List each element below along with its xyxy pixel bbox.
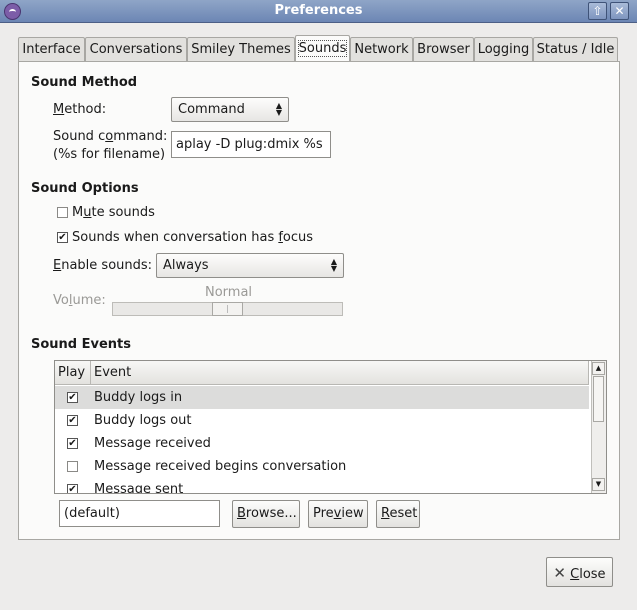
tab-network[interactable]: Network xyxy=(350,37,413,62)
checkmark-icon: ✔ xyxy=(68,392,77,403)
event-name: Message sent xyxy=(94,482,184,494)
close-window-button[interactable]: ✕ xyxy=(610,2,629,20)
play-checkbox[interactable] xyxy=(67,461,78,472)
play-checkbox[interactable]: ✔ xyxy=(67,415,78,426)
table-row[interactable]: ✔ Buddy logs out xyxy=(55,409,589,432)
focus-sounds-checkbox[interactable]: ✔ xyxy=(57,232,68,243)
checkmark-icon: ✔ xyxy=(68,484,77,494)
tab-logging[interactable]: Logging xyxy=(474,37,533,62)
mute-sounds-checkbox[interactable] xyxy=(57,207,68,218)
tab-status-idle[interactable]: Status / Idle xyxy=(533,37,618,62)
method-value: Command xyxy=(178,102,245,117)
sounds-panel: Sound Method Method: Command ▲ ▼ Sound co… xyxy=(18,61,620,540)
scroll-up-button[interactable]: ▲ xyxy=(592,362,605,375)
event-name: Buddy logs in xyxy=(94,390,183,405)
reset-button[interactable]: Reset xyxy=(376,500,420,528)
checkmark-icon: ✔ xyxy=(58,232,67,243)
table-row[interactable]: ✔ Message sent xyxy=(55,478,589,494)
volume-label: Volume: xyxy=(53,293,106,308)
sound-options-heading: Sound Options xyxy=(31,181,139,196)
volume-value-text: Normal xyxy=(205,285,253,300)
title-bar[interactable]: Preferences ⇧ ✕ xyxy=(0,0,637,23)
method-combo[interactable]: Command ▲ ▼ xyxy=(171,97,289,122)
play-checkbox[interactable]: ✔ xyxy=(67,484,78,494)
focus-sounds-label[interactable]: Sounds when conversation has focus xyxy=(72,230,313,245)
checkmark-icon: ✔ xyxy=(68,415,77,426)
scroll-thumb[interactable] xyxy=(593,376,604,422)
close-icon: ✕ xyxy=(614,4,625,18)
preview-button[interactable]: Preview xyxy=(308,500,368,528)
table-row[interactable]: ✔ Buddy logs in xyxy=(55,386,589,409)
method-label: Method: xyxy=(53,102,107,117)
combo-arrows-icon: ▲ ▼ xyxy=(330,257,337,273)
scroll-down-button[interactable]: ▼ xyxy=(592,478,605,491)
arrow-up-icon: ▲ xyxy=(595,364,602,372)
enable-sounds-combo[interactable]: Always ▲ ▼ xyxy=(156,253,344,278)
column-header-play[interactable]: Play xyxy=(55,361,91,385)
tab-smiley-themes[interactable]: Smiley Themes xyxy=(187,37,295,62)
close-button[interactable]: ✕ Close xyxy=(546,557,613,587)
sound-command-hint: (%s for filename) xyxy=(53,147,166,162)
sound-command-label: Sound command: xyxy=(53,129,168,144)
sound-method-heading: Sound Method xyxy=(31,75,138,90)
enable-sounds-value: Always xyxy=(163,258,209,273)
maximize-icon: ⇧ xyxy=(592,4,603,18)
volume-slider[interactable] xyxy=(112,302,343,316)
table-row[interactable]: ✔ Message received xyxy=(55,432,589,455)
event-name: Buddy logs out xyxy=(94,413,192,428)
events-scrollbar[interactable]: ▲ ▼ xyxy=(591,361,606,493)
sound-file-input[interactable]: (default) xyxy=(59,500,220,527)
tab-conversations[interactable]: Conversations xyxy=(85,37,187,62)
play-checkbox[interactable]: ✔ xyxy=(67,392,78,403)
sound-events-heading: Sound Events xyxy=(31,337,132,352)
tab-sounds[interactable]: Sounds xyxy=(295,35,350,63)
sound-command-input[interactable]: aplay -D plug:dmix %s xyxy=(171,131,331,158)
event-name: Message received begins conversation xyxy=(94,459,347,474)
browse-button[interactable]: Browse... xyxy=(232,500,300,528)
close-x-icon: ✕ xyxy=(553,564,566,582)
checkmark-icon: ✔ xyxy=(68,438,77,449)
tab-interface[interactable]: Interface xyxy=(18,37,85,62)
enable-sounds-label: Enable sounds: xyxy=(53,258,153,273)
mute-sounds-label[interactable]: Mute sounds xyxy=(72,205,155,220)
volume-slider-thumb[interactable] xyxy=(212,302,243,316)
maximize-button[interactable]: ⇧ xyxy=(588,2,607,20)
play-checkbox[interactable]: ✔ xyxy=(67,438,78,449)
window-title: Preferences xyxy=(274,3,363,18)
column-header-event[interactable]: Event xyxy=(91,361,589,385)
tab-browser[interactable]: Browser xyxy=(413,37,474,62)
event-name: Message received xyxy=(94,436,211,451)
combo-arrows-icon: ▲ ▼ xyxy=(275,101,282,117)
sound-events-list[interactable]: Play Event ✔ Buddy logs in ✔ Buddy logs … xyxy=(54,360,607,494)
arrow-down-icon: ▼ xyxy=(595,480,602,488)
table-row[interactable]: Message received begins conversation xyxy=(55,455,589,478)
